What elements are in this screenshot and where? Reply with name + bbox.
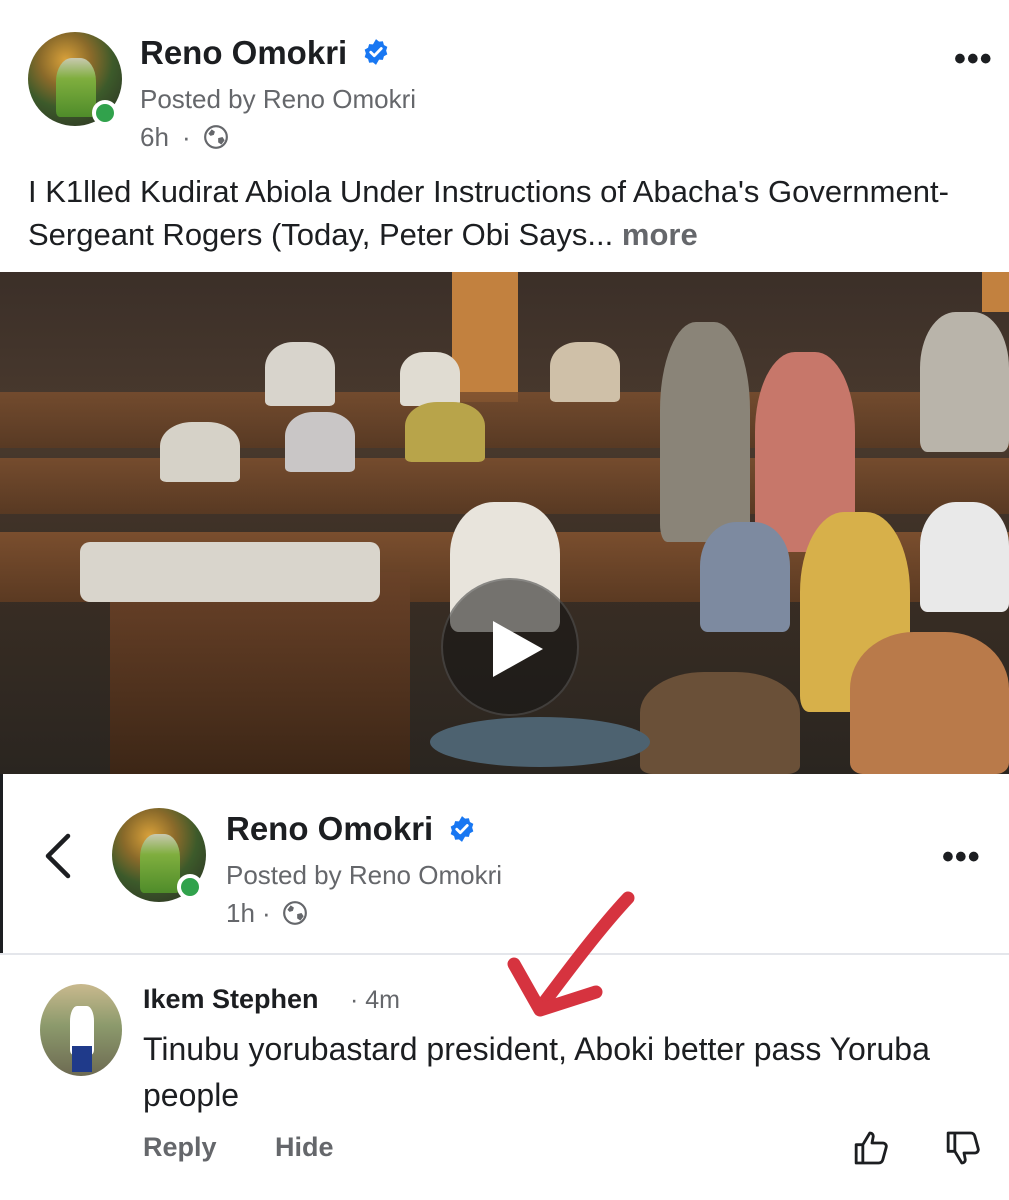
overlay-globe-icon: [283, 901, 307, 925]
thumbs-down-icon[interactable]: [944, 1128, 984, 1168]
posted-by-label: Posted by Reno Omokri: [140, 84, 417, 114]
red-arrow-annotation: [507, 891, 635, 1017]
overlay-more-options-icon[interactable]: •••: [942, 840, 981, 874]
post-body: I K1lled Kudirat Abiola Under Instructio…: [28, 174, 949, 252]
overlay-online-status-dot: [177, 874, 203, 900]
post-text: I K1lled Kudirat Abiola Under Instructio…: [28, 170, 1003, 256]
see-more-link[interactable]: more: [622, 217, 698, 252]
post-author-name[interactable]: Reno Omokri: [140, 34, 347, 72]
more-options-icon[interactable]: •••: [954, 42, 993, 76]
overlay-time-separator: ·: [262, 898, 271, 928]
overlay-post-time[interactable]: 1h: [226, 898, 255, 929]
comment-text: Tinubu yorubastard president, Aboki bett…: [143, 1031, 930, 1113]
play-button[interactable]: [441, 578, 579, 716]
online-status-dot: [92, 100, 118, 126]
overlay-author-name[interactable]: Reno Omokri: [226, 810, 433, 848]
commenter-name[interactable]: Ikem Stephen: [143, 984, 319, 1015]
hide-button[interactable]: Hide: [275, 1132, 334, 1163]
verified-badge-icon: [364, 39, 388, 65]
commenter-avatar[interactable]: [40, 984, 122, 1076]
globe-icon: [204, 125, 228, 149]
time-separator: ·: [182, 122, 191, 152]
play-icon: [493, 621, 543, 677]
overlay-posted-by-label: Posted by Reno Omokri: [226, 860, 503, 890]
comment-time: · 4m: [350, 986, 400, 1014]
post-time[interactable]: 6h: [140, 122, 169, 153]
overlay-verified-badge-icon: [450, 816, 474, 842]
reply-button[interactable]: Reply: [143, 1132, 217, 1163]
video-thumbnail[interactable]: [0, 272, 1009, 774]
chevron-left-icon[interactable]: [40, 830, 76, 882]
thumbs-up-icon[interactable]: [852, 1128, 892, 1168]
